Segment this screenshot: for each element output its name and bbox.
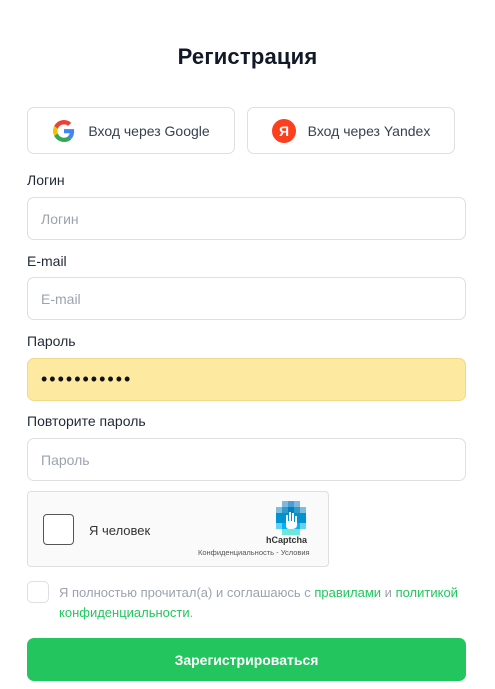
agreement-text-before: Я полностью прочитал(а) и соглашаюсь с (59, 585, 315, 600)
password-input[interactable] (27, 358, 466, 401)
email-input[interactable] (27, 277, 466, 320)
hcaptcha-logo-icon (274, 501, 308, 535)
yandex-login-label: Вход через Yandex (307, 122, 431, 139)
hcaptcha-links[interactable]: Конфиденциальность - Условия (198, 548, 310, 557)
page-title: Регистрация (177, 44, 318, 69)
password-label: Пароль (27, 333, 76, 349)
password-repeat-label: Повторите пароль (27, 413, 146, 429)
login-input[interactable] (27, 197, 466, 240)
google-icon (52, 119, 76, 143)
yandex-icon: Я (271, 118, 296, 143)
google-login-button[interactable]: Вход через Google (27, 107, 235, 154)
register-button[interactable]: Зарегистрироваться (27, 638, 466, 681)
rules-link[interactable]: правилами (314, 585, 381, 600)
agreement-end: . (189, 605, 194, 620)
svg-text:Я: Я (279, 123, 289, 139)
hcaptcha-brand: hCaptcha (266, 535, 308, 545)
password-repeat-input[interactable] (27, 438, 466, 481)
email-label: E-mail (27, 253, 67, 269)
captcha-checkbox-label: Я человек (89, 523, 151, 538)
hcaptcha-widget: Я человек hCaptcha Конфиденциальность - … (27, 491, 329, 567)
yandex-login-button[interactable]: Я Вход через Yandex (247, 107, 455, 154)
agreement-and: и (381, 585, 396, 600)
login-label: Логин (27, 172, 65, 188)
google-login-label: Вход через Google (88, 122, 210, 139)
agreement-checkbox[interactable] (27, 581, 49, 603)
captcha-checkbox[interactable] (43, 514, 74, 545)
agreement-text: Я полностью прочитал(а) и соглашаюсь с п… (59, 583, 469, 623)
